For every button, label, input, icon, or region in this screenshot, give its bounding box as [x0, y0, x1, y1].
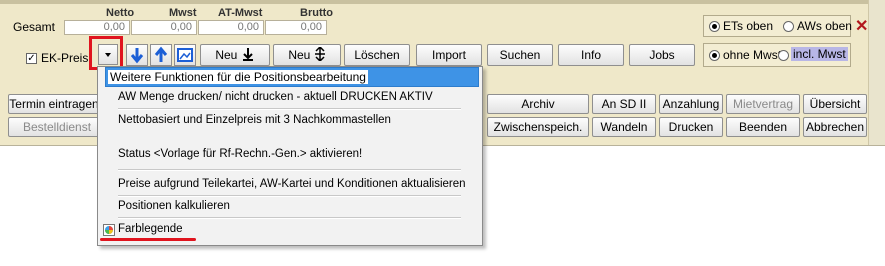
- menu-separator: [118, 217, 461, 219]
- image-icon: [177, 48, 193, 62]
- suchen-button[interactable]: Suchen: [487, 44, 553, 66]
- archiv-button[interactable]: Archiv: [487, 94, 589, 114]
- incl-mwst-label: incl. Mwst: [791, 47, 848, 61]
- menu-item-preise-aktualisieren[interactable]: Preise aufgrund Teilekartei, AW-Kartei u…: [118, 178, 466, 190]
- header-at-mwst: AT-Mwst: [218, 7, 263, 19]
- anzahlung-button[interactable]: Anzahlung: [659, 94, 723, 114]
- move-down-button[interactable]: [126, 44, 148, 66]
- close-icon[interactable]: ✕: [855, 16, 868, 36]
- netto-field[interactable]: 0,00: [64, 20, 130, 35]
- picture-button[interactable]: [174, 44, 196, 66]
- vertical-scrollbar[interactable]: [868, 0, 885, 145]
- at-mwst-field[interactable]: 0,00: [198, 20, 264, 35]
- abbrechen-button[interactable]: Abbrechen: [803, 117, 867, 137]
- radio-incl-mwst[interactable]: [778, 50, 789, 61]
- aws-oben-label: AWs oben: [797, 19, 852, 33]
- menu-separator: [118, 195, 461, 197]
- ek-preis-checkbox[interactable]: ✓: [26, 53, 37, 64]
- annotation-highlight-box: [89, 36, 123, 70]
- an-sd-button[interactable]: An SD II: [592, 94, 656, 114]
- arrow-up-icon: [154, 46, 168, 62]
- arrow-down-icon: [130, 48, 144, 64]
- radio-aws-oben[interactable]: [783, 21, 794, 32]
- ek-preis-label: EK-Preis: [41, 51, 89, 65]
- bestelldienst-label: Bestelldienst: [23, 120, 92, 134]
- wandeln-button[interactable]: Wandeln: [592, 117, 656, 137]
- header-netto: Netto: [106, 7, 135, 19]
- split-arrow-icon: [314, 45, 325, 63]
- annotation-underline: [100, 238, 196, 241]
- mwst-field[interactable]: 0,00: [131, 20, 197, 35]
- jobs-button[interactable]: Jobs: [629, 44, 695, 66]
- import-button[interactable]: Import: [416, 44, 482, 66]
- neu-button[interactable]: Neu: [200, 44, 270, 66]
- header-mwst: Mwst: [169, 7, 197, 19]
- total-label: Gesamt: [13, 20, 56, 34]
- termin-button[interactable]: Termin eintragen: [8, 94, 100, 114]
- drucken-button[interactable]: Drucken: [659, 117, 723, 137]
- loeschen-button[interactable]: Löschen: [344, 44, 410, 66]
- beenden-button[interactable]: Beenden: [726, 117, 800, 137]
- radio-ohne-mwst[interactable]: [709, 50, 720, 61]
- menu-item-nettobasiert[interactable]: Nettobasiert und Einzelpreis mit 3 Nachk…: [118, 114, 391, 126]
- context-menu: AW Menge drucken/ nicht drucken - aktuel…: [97, 66, 483, 246]
- tooltip-text: Weitere Funktionen für die Positionsbear…: [108, 70, 368, 84]
- menu-separator: [118, 108, 461, 110]
- uebersicht-button[interactable]: Übersicht: [803, 94, 867, 114]
- down-arrow-bar-icon: [242, 48, 253, 61]
- menu-item-farblegende[interactable]: Farblegende: [118, 223, 183, 235]
- ohne-mwst-label: ohne Mwst.: [723, 48, 785, 62]
- menu-separator: [118, 169, 461, 171]
- move-up-button[interactable]: [150, 44, 172, 66]
- color-legend-icon: [103, 224, 115, 236]
- mietvertrag-button[interactable]: Mietvertrag: [726, 94, 800, 114]
- bestelldienst-button[interactable]: Bestelldienst: [8, 117, 100, 137]
- brutto-field[interactable]: 0,00: [265, 20, 327, 35]
- neu-label: Neu: [215, 48, 238, 62]
- menu-item-positionen-kalkulieren[interactable]: Positionen kalkulieren: [118, 200, 230, 212]
- neu-insert-label: Neu: [288, 48, 311, 62]
- menu-item-status-vorlage[interactable]: Status <Vorlage für Rf-Rechn.-Gen.> akti…: [118, 148, 362, 160]
- top-strip: [0, 0, 885, 4]
- menu-tooltip: Weitere Funktionen für die Positionsbear…: [105, 67, 479, 87]
- info-button[interactable]: Info: [558, 44, 624, 66]
- header-brutto: Brutto: [300, 7, 333, 19]
- radio-ets-oben[interactable]: [709, 21, 720, 32]
- menu-item-aw-menge[interactable]: AW Menge drucken/ nicht drucken - aktuel…: [118, 91, 433, 103]
- zwischenspeich-button[interactable]: Zwischenspeich.: [487, 117, 589, 137]
- ets-oben-label: ETs oben: [723, 19, 774, 33]
- neu-insert-button[interactable]: Neu: [273, 44, 341, 66]
